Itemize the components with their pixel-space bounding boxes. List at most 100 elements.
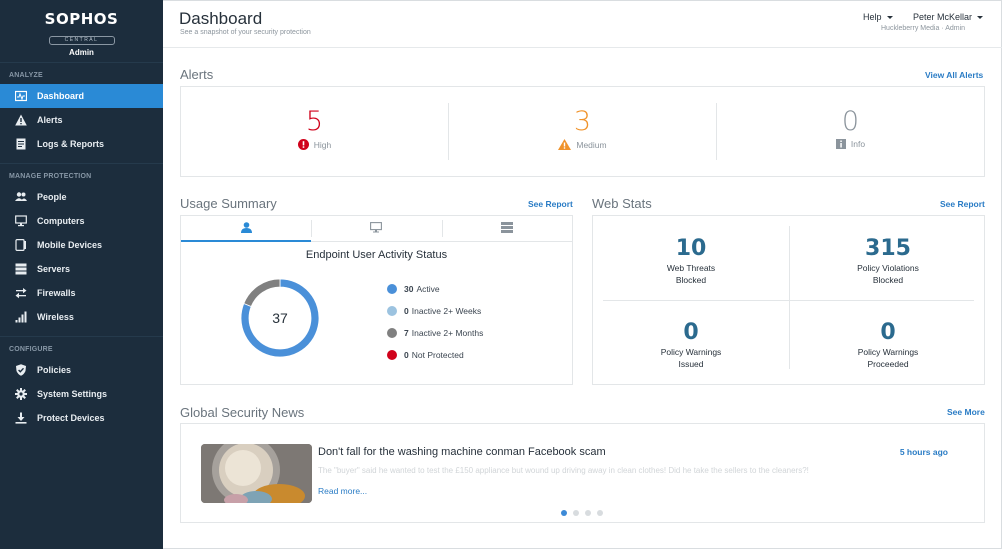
carousel-dot-3[interactable]: [585, 510, 591, 516]
document-icon: [15, 138, 27, 150]
usage-summary-title: Usage Summary: [180, 196, 277, 211]
stat-value: 0: [880, 320, 896, 345]
web-stats-card: 10 Web Threats Blocked 315 Policy Violat…: [592, 215, 985, 385]
user-menu[interactable]: Peter McKellar: [913, 12, 984, 22]
page-header: Dashboard See a snapshot of your securit…: [163, 0, 1002, 48]
stat-label: Policy Violations: [857, 263, 919, 273]
user-org: Huckleberry Media · Admin: [881, 25, 966, 32]
sidebar-item-people[interactable]: People: [0, 185, 163, 209]
alerts-card: 5 High 3 Medium 0 Info: [180, 86, 985, 177]
stat-policy-warnings-issued[interactable]: 0 Policy Warnings Issued: [593, 320, 789, 370]
donut-slice-inactive-2-months[interactable]: [243, 278, 281, 307]
legend-swatch: [387, 284, 397, 294]
download-icon: [15, 412, 27, 424]
tab-computers[interactable]: [311, 216, 441, 241]
view-all-alerts-link[interactable]: View All Alerts: [925, 70, 983, 80]
alerts-title: Alerts: [180, 67, 214, 82]
page-subtitle: See a snapshot of your security protecti…: [180, 29, 311, 36]
legend-swatch: [387, 328, 397, 338]
signal-bars-icon: [15, 311, 27, 323]
alert-info[interactable]: 0 Info: [717, 87, 984, 176]
sidebar-item-policies[interactable]: Policies: [0, 358, 163, 382]
mobile-icon: [15, 239, 27, 251]
warning-icon: [15, 114, 27, 126]
sidebar-item-logs-reports[interactable]: Logs & Reports: [0, 132, 163, 156]
alert-high[interactable]: 5 High: [181, 87, 448, 176]
webstats-see-report-link[interactable]: See Report: [940, 199, 985, 209]
carousel-pagination: [561, 510, 603, 516]
alert-label-row: Info: [717, 139, 984, 149]
legend-swatch: [387, 350, 397, 360]
web-stats-title: Web Stats: [592, 196, 652, 211]
legend-item[interactable]: 30 Active: [387, 278, 483, 300]
chart-title: Endpoint User Activity Status: [305, 249, 448, 261]
server-icon: [15, 263, 27, 275]
read-more-link[interactable]: Read more...: [318, 486, 367, 496]
alert-count: 0: [841, 106, 860, 137]
alert-count: 3: [573, 106, 592, 137]
sidebar-item-label: Computers: [37, 216, 85, 226]
usage-see-report-link[interactable]: See Report: [528, 199, 573, 209]
legend-label: Inactive 2+ Months: [411, 328, 484, 338]
alert-label: High: [313, 139, 332, 150]
sidebar-item-label: Mobile Devices: [37, 240, 103, 250]
firewall-arrows-icon: [15, 287, 27, 299]
carousel-dot-2[interactable]: [573, 510, 579, 516]
news-thumbnail[interactable]: [201, 444, 312, 503]
legend-item[interactable]: 0 Not Protected: [387, 344, 483, 366]
exclamation-circle-icon: [297, 139, 309, 150]
news-card: Don't fall for the washing machine conma…: [180, 423, 985, 523]
legend-count: 0: [404, 306, 409, 316]
usage-tabs: [181, 216, 572, 242]
sophos-central-logo[interactable]: SOPHOS CENTRAL Admin: [0, 0, 163, 63]
logo-product: CENTRAL: [48, 36, 115, 45]
sidebar-item-label: Alerts: [37, 115, 63, 125]
stat-policy-warnings-proceeded[interactable]: 0 Policy Warnings Proceeded: [790, 320, 986, 370]
carousel-dot-4[interactable]: [597, 510, 603, 516]
sidebar-item-mobile-devices[interactable]: Mobile Devices: [0, 233, 163, 257]
news-title: Global Security News: [180, 405, 305, 420]
see-more-news-link[interactable]: See More: [947, 407, 985, 417]
legend-label: Inactive 2+ Weeks: [411, 306, 482, 316]
user-icon: [240, 220, 252, 238]
page-title: Dashboard: [179, 9, 263, 28]
stat-label: Proceeded: [867, 359, 909, 369]
stat-label: Issued: [678, 359, 704, 369]
legend-label: Not Protected: [411, 350, 464, 360]
stat-label: Web Threats: [666, 263, 716, 273]
sidebar-item-servers[interactable]: Servers: [0, 257, 163, 281]
sidebar-item-alerts[interactable]: Alerts: [0, 108, 163, 132]
sidebar-item-computers[interactable]: Computers: [0, 209, 163, 233]
sidebar-item-wireless[interactable]: Wireless: [0, 305, 163, 329]
alert-count: 5: [305, 106, 324, 137]
sidebar-item-system-settings[interactable]: System Settings: [0, 382, 163, 406]
legend-item[interactable]: 7 Inactive 2+ Months: [387, 322, 483, 344]
tab-users[interactable]: [181, 216, 312, 242]
section-label-manage-protection: MANAGE PROTECTION: [9, 173, 92, 180]
stat-policy-violations-blocked[interactable]: 315 Policy Violations Blocked: [790, 236, 986, 286]
news-excerpt: The "buyer" said he wanted to test the £…: [318, 466, 809, 475]
tab-servers[interactable]: [441, 216, 572, 241]
stat-label: Blocked: [675, 275, 707, 285]
news-headline[interactable]: Don't fall for the washing machine conma…: [318, 446, 606, 458]
stat-web-threats-blocked[interactable]: 10 Web Threats Blocked: [593, 236, 789, 286]
help-menu[interactable]: Help: [863, 12, 893, 22]
sidebar-item-dashboard[interactable]: Dashboard: [0, 84, 163, 108]
help-label: Help: [863, 12, 882, 22]
carousel-dot-1[interactable]: [561, 510, 567, 516]
stat-value: 315: [865, 236, 911, 261]
alert-label-row: High: [181, 139, 448, 150]
server-icon: [500, 220, 513, 238]
info-square-icon: [835, 139, 846, 149]
sidebar-item-label: Logs & Reports: [37, 139, 105, 149]
alert-medium[interactable]: 3 Medium: [449, 87, 716, 176]
legend-item[interactable]: 0 Inactive 2+ Weeks: [387, 300, 483, 322]
sidebar-item-label: Wireless: [37, 312, 74, 322]
legend-count: 0: [404, 350, 409, 360]
legend-count: 7: [404, 328, 409, 338]
sidebar: SOPHOS CENTRAL Admin ANALYZE Dashboard A…: [0, 0, 163, 549]
sidebar-item-firewalls[interactable]: Firewalls: [0, 281, 163, 305]
sidebar-item-protect-devices[interactable]: Protect Devices: [0, 406, 163, 430]
chart-legend: 30 Active 0 Inactive 2+ Weeks 7 Inactive 2+ M…: [387, 278, 483, 366]
sidebar-item-label: Protect Devices: [37, 413, 105, 423]
